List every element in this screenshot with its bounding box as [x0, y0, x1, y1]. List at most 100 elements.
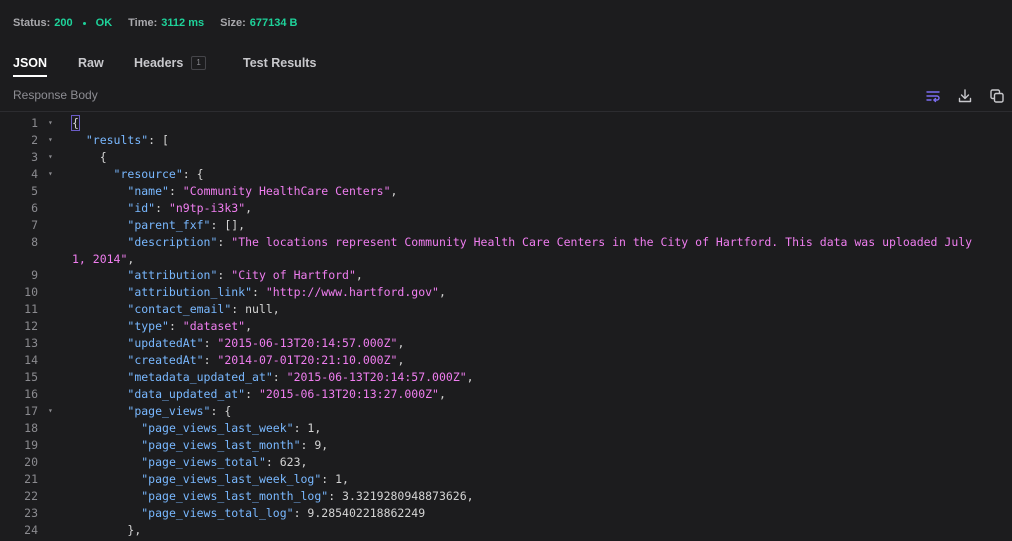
json-punctuation: :	[217, 268, 232, 283]
json-punctuation: ,	[245, 200, 253, 215]
status-group: Status: 200 OK	[13, 17, 112, 29]
json-punctuation: :	[203, 353, 218, 368]
json-punctuation: :	[168, 183, 183, 198]
json-key: "resource"	[113, 166, 183, 181]
json-key: "page_views_last_month_log"	[141, 488, 329, 503]
time-group: Time: 3112 ms	[128, 17, 204, 29]
json-punctuation: : 1,	[293, 420, 322, 435]
code-text: "results": [	[72, 132, 982, 149]
json-string: "City of Hartford"	[231, 268, 356, 283]
json-string: "2014-07-01T20:21:10.000Z"	[217, 353, 398, 368]
fold-chevron-icon[interactable]: ▾	[48, 403, 56, 420]
headers-count-badge: 1	[191, 56, 206, 70]
line-number: 23	[24, 505, 38, 520]
time-value: 3112 ms	[161, 17, 205, 29]
code-text: "id": "n9tp-i3k3",	[72, 200, 982, 217]
json-string: "Community HealthCare Centers"	[182, 183, 391, 198]
fold-chevron-icon[interactable]: ▾	[48, 132, 56, 149]
json-punctuation: : {	[210, 403, 232, 418]
code-line: 3 ▾ {	[0, 149, 1012, 166]
line-number: 14	[24, 353, 38, 368]
code-line: 8 "description": "The locations represen…	[0, 234, 1012, 268]
status-label: Status:	[13, 17, 51, 29]
line-number: 7	[31, 217, 38, 232]
code-line: 4 ▾ "resource": {	[0, 166, 1012, 183]
code-text: "attribution": "City of Hartford",	[72, 267, 982, 284]
code-line: 24 },	[0, 522, 1012, 539]
json-punctuation: },	[127, 522, 142, 537]
json-key: "type"	[127, 319, 169, 334]
json-key: "page_views_total"	[141, 454, 266, 469]
json-punctuation: ,	[390, 183, 398, 198]
json-punctuation: ,	[245, 319, 253, 334]
code-line: 14 "createdAt": "2014-07-01T20:21:10.000…	[0, 352, 1012, 369]
json-key: "updatedAt"	[127, 336, 204, 351]
code-line: 23 "page_views_total_log": 9.28540221886…	[0, 505, 1012, 522]
code-line: 17 ▾ "page_views": {	[0, 403, 1012, 420]
line-number: 17	[24, 403, 38, 418]
code-text: "metadata_updated_at": "2015-06-13T20:14…	[72, 369, 982, 386]
status-code: 200	[54, 17, 73, 29]
json-string: "http://www.hartford.gov"	[265, 285, 439, 300]
code-text: "page_views_last_month_log": 3.321928094…	[72, 488, 982, 505]
line-number: 8	[31, 234, 38, 249]
status-text: OK	[95, 17, 113, 29]
line-number: 4	[31, 166, 38, 181]
wrap-lines-icon[interactable]	[925, 88, 941, 104]
json-punctuation: ,	[438, 285, 446, 300]
json-string: "2015-06-13T20:13:27.000Z"	[258, 387, 439, 402]
json-punctuation: : 1,	[321, 471, 349, 486]
fold-chevron-icon[interactable]: ▾	[48, 166, 56, 183]
json-punctuation: : null,	[231, 302, 280, 317]
response-body-title: Response Body	[13, 88, 98, 102]
fold-chevron-icon[interactable]: ▾	[48, 115, 56, 132]
json-key: "results"	[85, 132, 149, 147]
code-text: "parent_fxf": [],	[72, 217, 982, 234]
copy-icon[interactable]	[989, 88, 1005, 104]
json-punctuation: : 9,	[300, 437, 329, 452]
json-string: "dataset"	[182, 319, 246, 334]
json-punctuation: ,	[397, 336, 405, 351]
fold-chevron-icon[interactable]: ▾	[48, 149, 56, 166]
tab-raw[interactable]: Raw	[78, 50, 104, 77]
code-line: 21 "page_views_last_week_log": 1,	[0, 471, 1012, 488]
json-punctuation: : [],	[210, 217, 246, 232]
json-punctuation: ,	[438, 387, 446, 402]
download-icon[interactable]	[957, 88, 973, 104]
code-text: "page_views_last_week_log": 1,	[72, 471, 982, 488]
line-number: 12	[24, 319, 38, 334]
json-punctuation: : [	[148, 132, 169, 147]
code-text: {	[72, 149, 982, 166]
code-text: "page_views_total_log": 9.28540221886224…	[72, 505, 982, 522]
code-text: "name": "Community HealthCare Centers",	[72, 183, 982, 200]
line-number: 6	[31, 200, 38, 215]
code-line: 15 "metadata_updated_at": "2015-06-13T20…	[0, 369, 1012, 386]
json-string: "2015-06-13T20:14:57.000Z"	[217, 336, 398, 351]
time-label: Time:	[128, 17, 158, 29]
line-number: 5	[31, 183, 38, 198]
size-group: Size: 677134 B	[220, 17, 297, 29]
json-code-viewer[interactable]: 1 ▾{2 ▾ "results": [3 ▾ {4 ▾ "resource": {5 …	[0, 115, 1012, 541]
line-number: 3	[31, 149, 38, 164]
code-line: 1 ▾ {	[0, 115, 1012, 132]
code-line: 6 "id": "n9tp-i3k3",	[0, 200, 1012, 217]
line-number: 24	[24, 522, 38, 537]
json-punctuation: {	[99, 149, 107, 164]
json-punctuation: {	[71, 115, 80, 131]
code-text: "page_views_last_month": 9,	[72, 437, 982, 454]
json-punctuation: :	[217, 234, 232, 249]
tab-headers[interactable]: Headers 1	[134, 50, 206, 77]
status-dot-icon	[82, 21, 86, 25]
json-punctuation: : 623,	[265, 454, 308, 469]
json-punctuation: : {	[182, 166, 204, 181]
line-number: 1	[31, 116, 38, 130]
tab-headers-label: Headers	[134, 56, 184, 70]
json-key: "attribution_link"	[127, 285, 253, 300]
code-text: "createdAt": "2014-07-01T20:21:10.000Z",	[72, 352, 982, 369]
code-text: "page_views_last_week": 1,	[72, 420, 982, 437]
code-text: "page_views_total": 623,	[72, 454, 982, 471]
code-line: 10 "attribution_link": "http://www.hartf…	[0, 284, 1012, 301]
tab-test-results[interactable]: Test Results	[243, 50, 316, 77]
tab-json[interactable]: JSON	[13, 50, 48, 77]
code-line: 13 "updatedAt": "2015-06-13T20:14:57.000…	[0, 335, 1012, 352]
